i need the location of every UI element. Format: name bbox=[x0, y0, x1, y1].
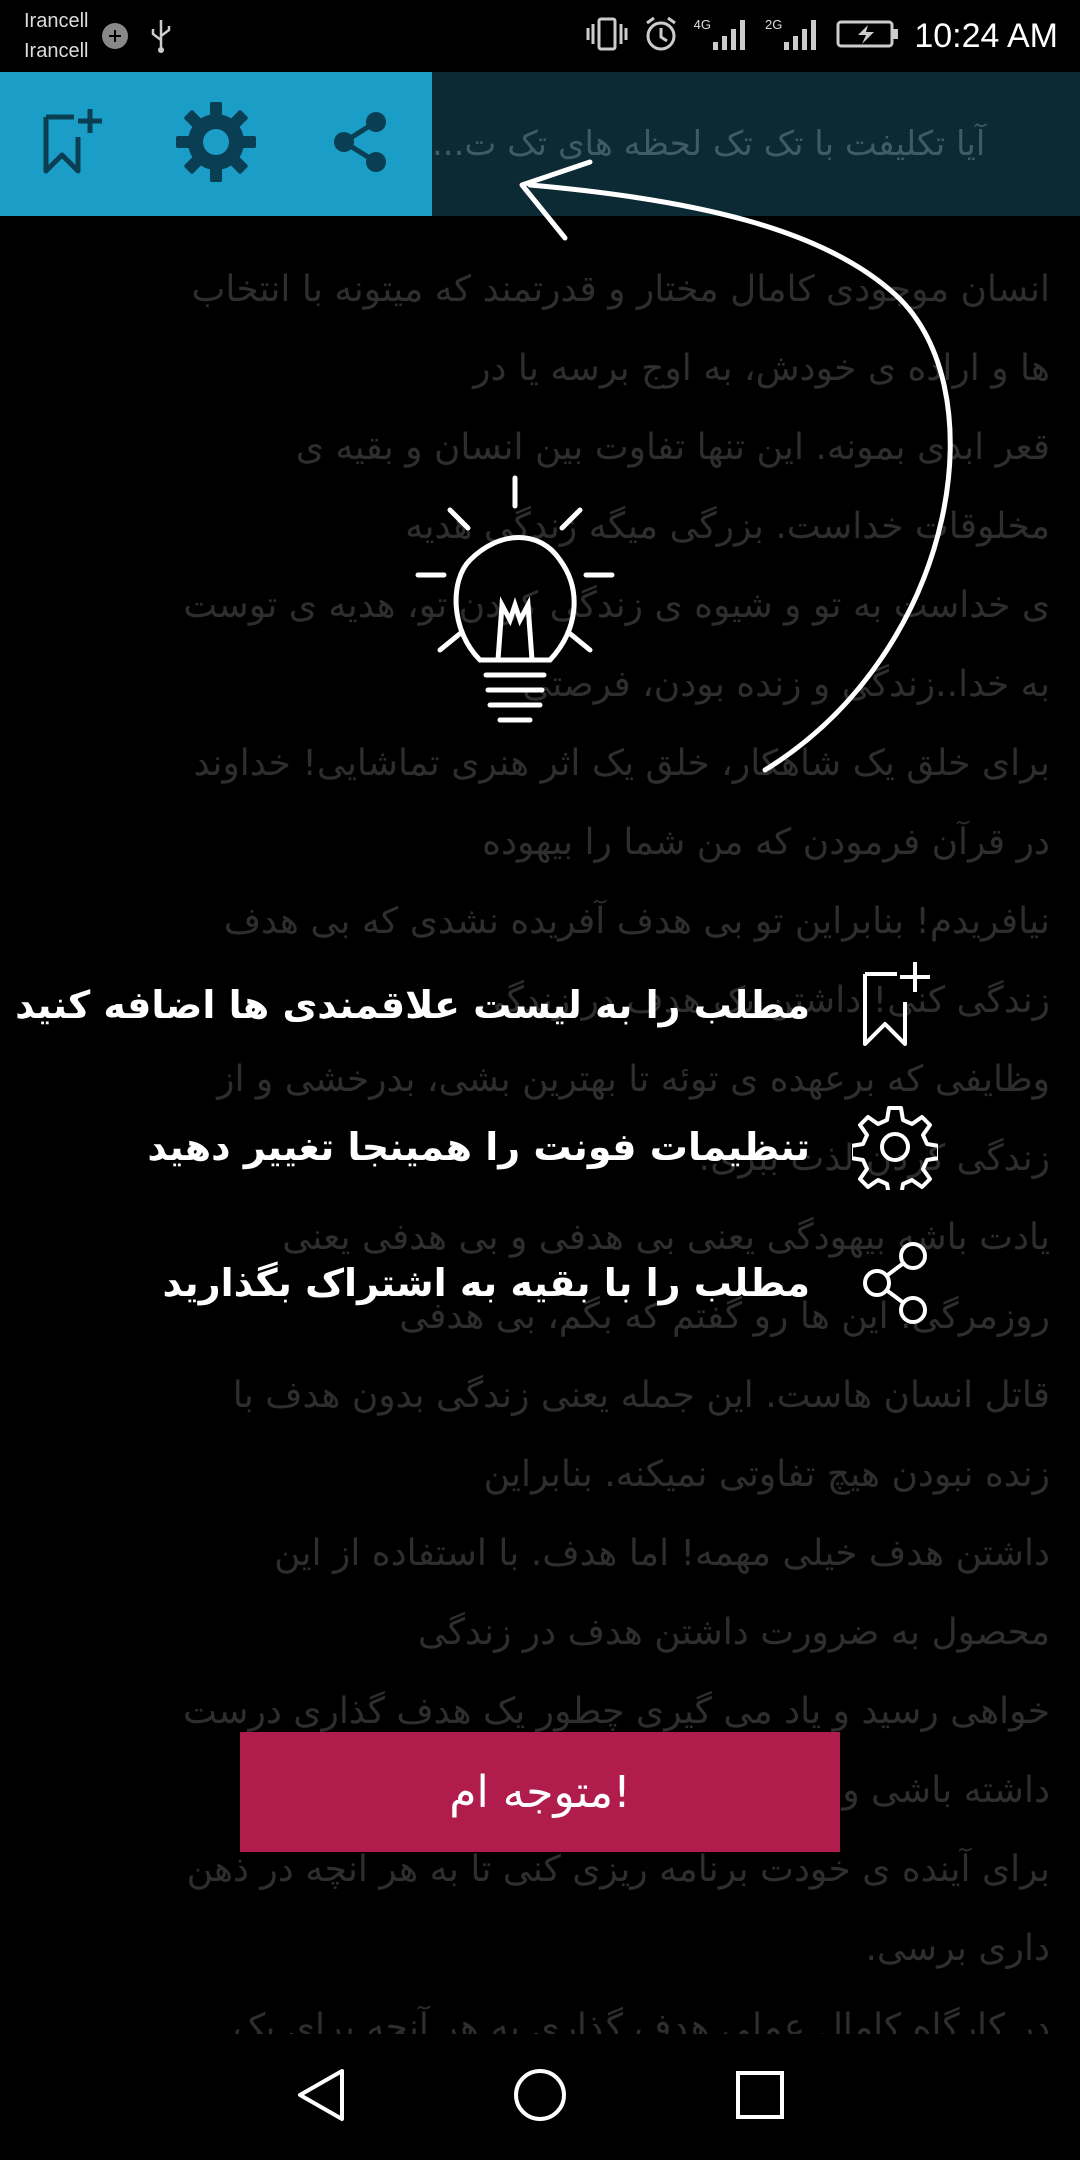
carrier-2: Irancell bbox=[24, 40, 89, 62]
hint-bookmark: مطلب را به لیست علاقمندی ها اضافه کنید bbox=[15, 950, 940, 1060]
screen: Irancell Irancell 4G 2G 10:24 AM آیا تکل… bbox=[0, 0, 1080, 2160]
navigation-bar bbox=[0, 2034, 1080, 2160]
back-button[interactable] bbox=[285, 2062, 355, 2132]
carrier-1: Irancell bbox=[24, 10, 89, 32]
battery-charging-icon bbox=[836, 18, 900, 54]
carrier-labels: Irancell Irancell bbox=[24, 6, 88, 66]
status-bar: Irancell Irancell 4G 2G 10:24 AM bbox=[0, 0, 1080, 72]
toolbar-actions bbox=[0, 72, 432, 216]
article-line: انسان موجودی کامال مختار و قدرتمند که می… bbox=[191, 269, 1050, 310]
got-it-button[interactable]: متوجه ام! bbox=[240, 1732, 840, 1852]
home-button[interactable] bbox=[505, 2062, 575, 2132]
alarm-icon bbox=[642, 15, 680, 57]
usb-icon bbox=[148, 18, 174, 58]
article-line: قاتل انسان هاست. این جمله یعنی زندگی بدو… bbox=[232, 1375, 1050, 1416]
hint-settings: تنظیمات فونت را همینجا تغییر دهید bbox=[147, 1092, 940, 1202]
app-toolbar: آیا تکلیفت با تک تک لحظه های تک ت... bbox=[0, 72, 1080, 216]
network-type-1: 4G bbox=[693, 16, 711, 32]
article-line: داری برسی. bbox=[865, 1928, 1050, 1969]
back-icon bbox=[292, 2065, 348, 2129]
article-title: آیا تکلیفت با تک تک لحظه های تک ت... bbox=[432, 124, 986, 164]
home-icon bbox=[510, 2065, 570, 2129]
article-line: محصول به ضرورت داشتن هدف در زندگی bbox=[417, 1612, 1050, 1653]
article-line: داشتن هدف خیلی مهمه! اما هدف. با استفاده… bbox=[274, 1533, 1050, 1574]
recents-button[interactable] bbox=[725, 2062, 795, 2132]
vibrate-icon bbox=[586, 16, 628, 56]
article-line: زنده نبودن هیچ تفاوتی نمیکنه. بنابراین bbox=[483, 1454, 1050, 1495]
lightbulb-icon bbox=[410, 470, 620, 740]
hint-settings-text: تنظیمات فونت را همینجا تغییر دهید bbox=[147, 1125, 810, 1169]
gear-icon bbox=[850, 1102, 940, 1192]
hint-bookmark-text: مطلب را به لیست علاقمندی ها اضافه کنید bbox=[15, 983, 810, 1027]
hint-share-text: مطلب را با بقیه به اشتراک بگذارید bbox=[162, 1261, 810, 1305]
gear-icon bbox=[174, 100, 258, 188]
bookmark-add-icon bbox=[40, 107, 104, 181]
status-right: 4G 2G 10:24 AM bbox=[586, 10, 1058, 62]
clock: 10:24 AM bbox=[914, 16, 1058, 55]
status-left-icons bbox=[100, 18, 174, 58]
recents-icon bbox=[734, 2069, 786, 2125]
network-type-2: 2G bbox=[765, 16, 783, 32]
share-icon bbox=[850, 1238, 940, 1328]
article-line: در قرآن فرمودن که من شما را بیهوده bbox=[482, 822, 1050, 863]
share-icon bbox=[328, 110, 392, 178]
bookmark-add-icon bbox=[850, 960, 940, 1050]
settings-button[interactable] bbox=[161, 89, 271, 199]
signal-icon-1 bbox=[711, 16, 751, 56]
bookmark-add-button[interactable] bbox=[17, 89, 127, 199]
hint-share: مطلب را با بقیه به اشتراک بگذارید bbox=[162, 1228, 940, 1338]
article-line: ها و اراده ی خودش، به اوج برسه یا در bbox=[473, 348, 1050, 389]
signal-icon-2 bbox=[782, 16, 822, 56]
share-button[interactable] bbox=[305, 89, 415, 199]
vpn-icon bbox=[100, 21, 130, 55]
